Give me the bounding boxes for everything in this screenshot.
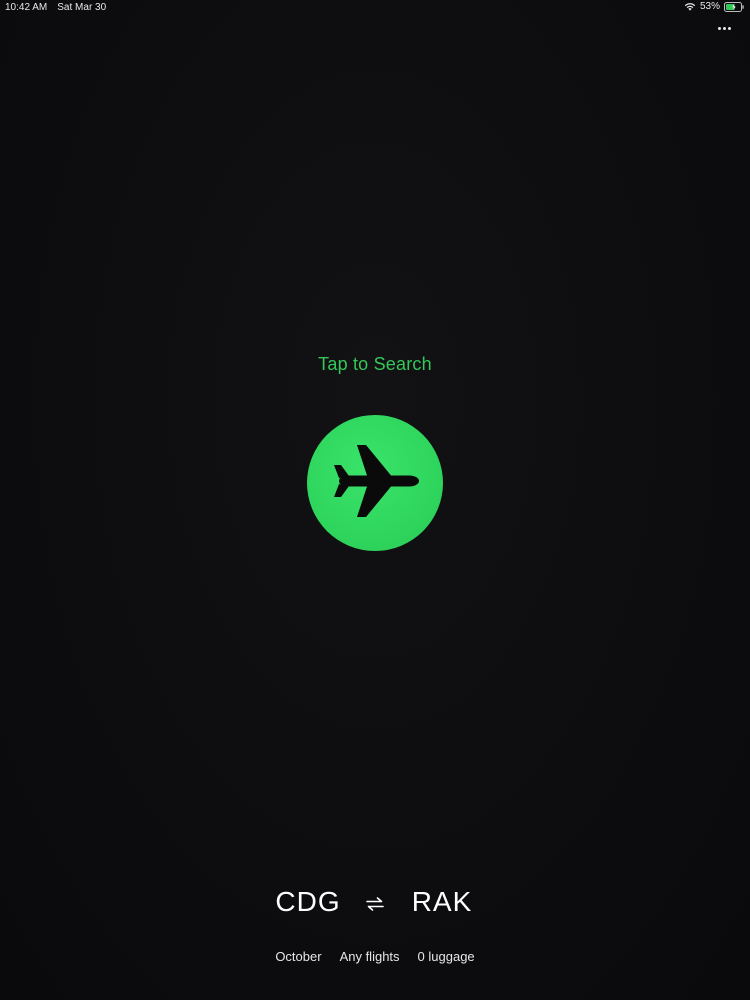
battery-percent: 53% [699, 1, 720, 12]
app-screen: 10:42 AM Sat Mar 30 53% Tap to Search CD… [0, 0, 750, 1000]
swap-arrows-icon [366, 886, 384, 918]
status-right: 53% [684, 1, 744, 12]
wifi-icon [684, 2, 696, 11]
more-options-button[interactable] [712, 20, 736, 36]
month-filter[interactable]: October [275, 947, 321, 966]
flights-filter[interactable]: Any flights [340, 947, 400, 966]
route-selector: CDG RAK [0, 886, 750, 918]
origin-airport[interactable]: CDG [268, 886, 348, 918]
luggage-filter[interactable]: 0 luggage [418, 947, 475, 966]
swap-route-button[interactable] [348, 887, 402, 917]
search-filters: October Any flights 0 luggage [0, 947, 750, 966]
status-bar: 10:42 AM Sat Mar 30 53% [0, 0, 750, 16]
tap-to-search-label[interactable]: Tap to Search [0, 354, 750, 375]
search-button[interactable] [307, 415, 443, 551]
airplane-icon [327, 441, 423, 526]
battery-icon [724, 1, 744, 12]
status-date: Sat Mar 30 [57, 2, 107, 13]
status-time: 10:42 AM [5, 2, 48, 13]
destination-airport[interactable]: RAK [402, 886, 482, 918]
more-icon [717, 26, 721, 30]
status-left: 10:42 AM Sat Mar 30 [5, 2, 106, 13]
